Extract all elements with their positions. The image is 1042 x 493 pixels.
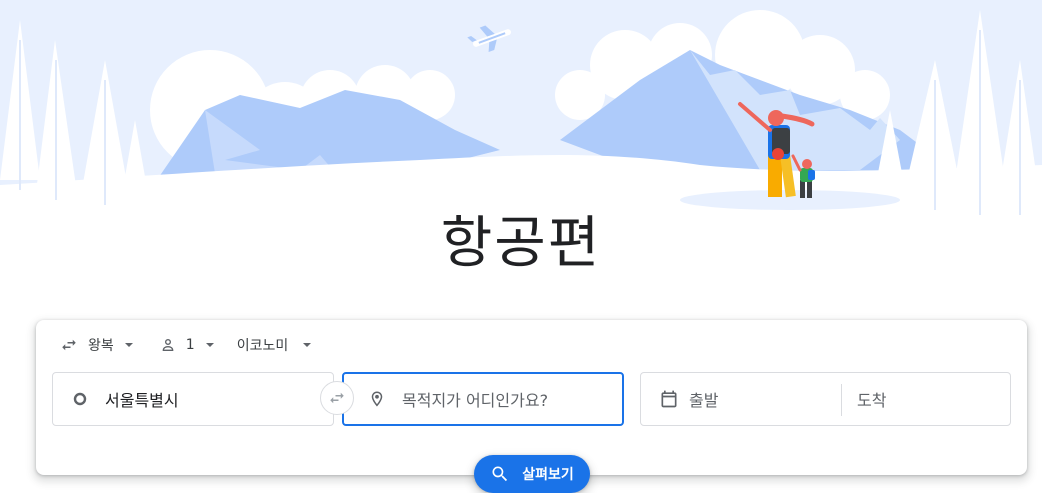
cabin-class-dropdown[interactable]: 이코노미	[237, 335, 313, 355]
location-pin-icon	[368, 389, 386, 409]
origin-circle-icon	[73, 392, 87, 406]
person-icon	[160, 337, 176, 353]
origin-field[interactable]: 서울특별시	[52, 372, 334, 426]
swap-icon	[328, 389, 346, 407]
destination-field[interactable]: 목적지가 어디인가요?	[342, 372, 624, 426]
date-divider	[841, 384, 842, 416]
caret-down-icon	[302, 340, 312, 350]
passengers-count: 1	[185, 337, 195, 353]
swap-button[interactable]	[320, 381, 354, 415]
swap-arrows-icon	[60, 336, 78, 354]
calendar-icon	[659, 389, 679, 409]
flight-search-card: 왕복 1 이코노미 서울특별시 목적지가 어디인가요? 출발 도착 살펴보기	[36, 320, 1027, 493]
search-icon	[490, 464, 510, 484]
departure-date-input[interactable]: 출발	[689, 387, 839, 411]
return-date-input[interactable]: 도착	[857, 387, 886, 411]
hero-illustration	[0, 0, 1042, 230]
caret-down-icon	[205, 340, 215, 350]
search-button-label: 살펴보기	[522, 467, 574, 483]
page-title: 항공편	[440, 211, 602, 276]
search-button[interactable]: 살펴보기	[474, 455, 590, 493]
passengers-dropdown[interactable]: 1	[160, 337, 215, 353]
trip-type-label: 왕복	[88, 338, 114, 354]
caret-down-icon	[124, 340, 134, 350]
date-field[interactable]: 출발 도착	[640, 372, 1011, 426]
search-options-row: 왕복 1 이코노미	[52, 332, 312, 358]
destination-placeholder: 목적지가 어디인가요?	[402, 391, 549, 410]
trip-type-dropdown[interactable]: 왕복	[52, 335, 134, 355]
origin-value: 서울특별시	[105, 391, 179, 410]
cabin-class-label: 이코노미	[236, 338, 289, 354]
